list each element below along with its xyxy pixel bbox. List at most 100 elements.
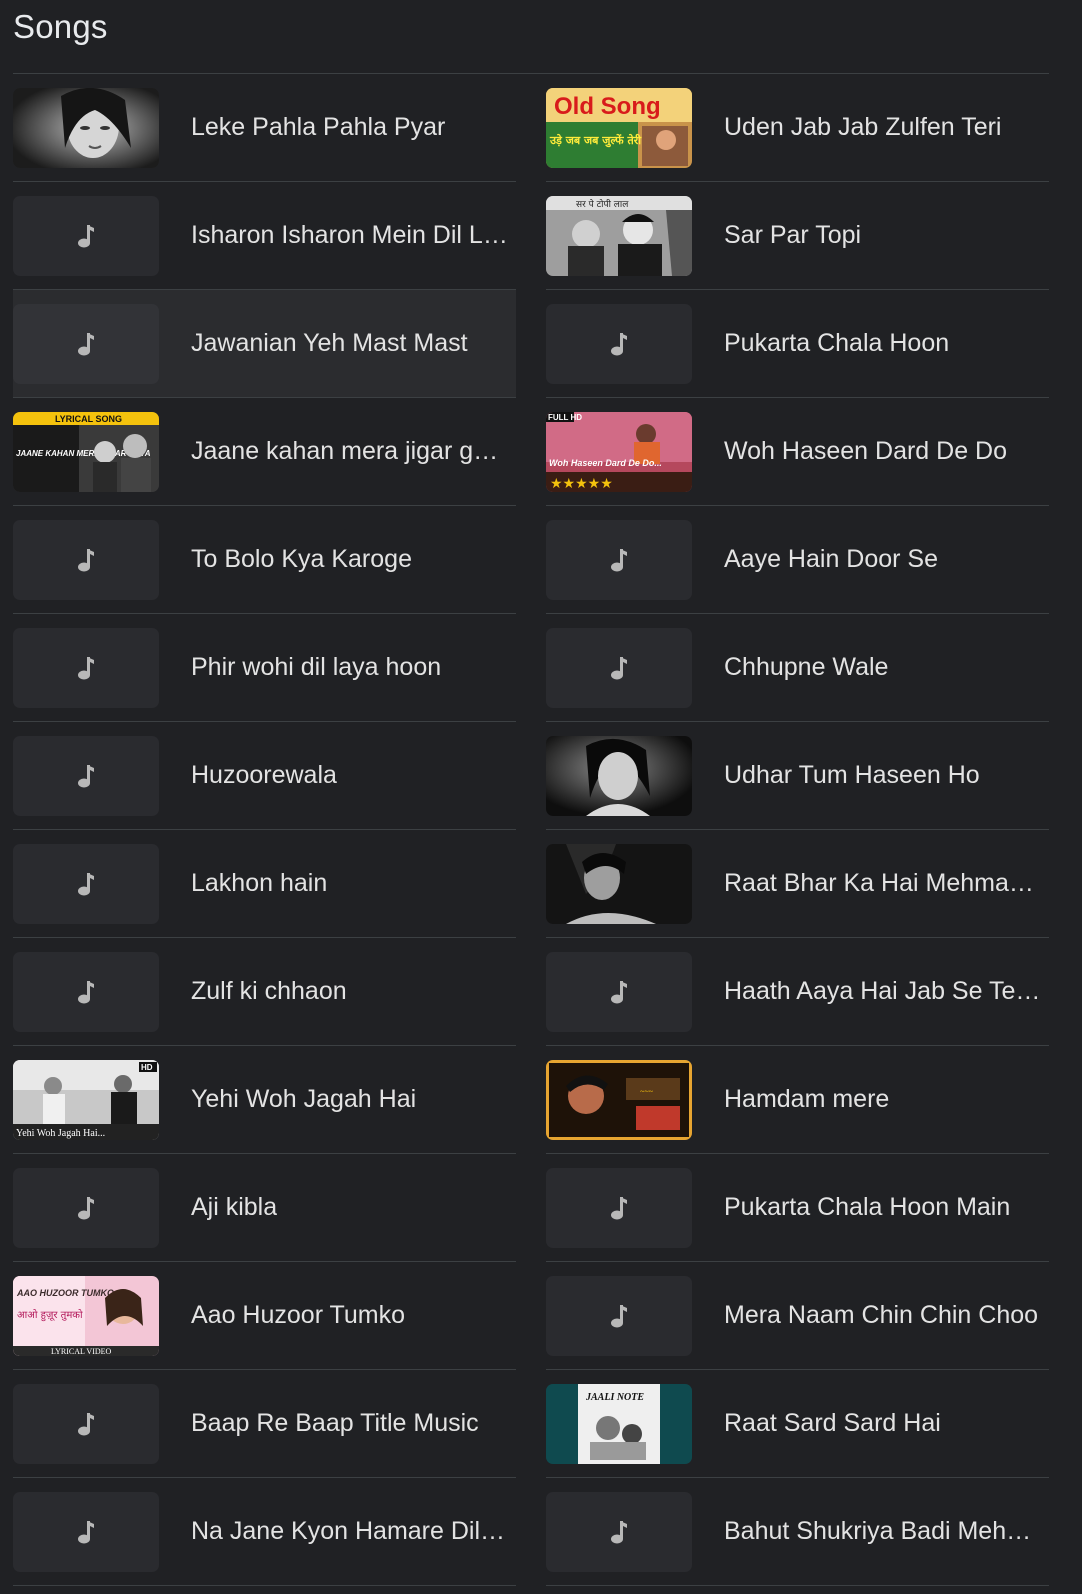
bw-portrait-art	[13, 87, 159, 168]
song-thumbnail-placeholder	[546, 303, 692, 384]
music-note-icon	[611, 1304, 627, 1327]
song-title: Pukarta Chala Hoon Main	[724, 1193, 1011, 1221]
svg-text:★★★★★: ★★★★★	[550, 475, 613, 491]
aao-huzoor-hindi: आओ हुज़ूर तुमको	[17, 1309, 83, 1322]
music-note-icon	[611, 980, 627, 1003]
song-thumbnail-placeholder	[13, 519, 159, 600]
song-title: Aaye Hain Door Se	[724, 545, 939, 573]
song-row[interactable]: JAALI NOTE Raat Sard Sard Hai	[546, 1370, 1049, 1478]
lyrical-video-art: AAO HUZOOR TUMKO आओ हुज़ूर तुमको LYRICAL…	[13, 1275, 159, 1356]
music-note-icon	[611, 548, 627, 571]
song-title: Hamdam mere	[724, 1085, 890, 1113]
sar-par-topi-caption: सर पे टोपी लाल	[576, 198, 629, 210]
song-row[interactable]: Lakhon hain	[13, 830, 516, 938]
song-title: Zulf ki chhaon	[191, 977, 347, 1005]
song-title: Haath Aaya Hai Jab Se Tera Haath	[724, 977, 1042, 1005]
song-title: Lakhon hain	[191, 869, 328, 897]
song-title: Huzoorewala	[191, 761, 337, 789]
song-thumbnail-placeholder	[13, 1167, 159, 1248]
song-thumbnail-placeholder	[13, 843, 159, 924]
song-row[interactable]: Isharon Isharon Mein Dil Le Jane Wale	[13, 182, 516, 290]
song-thumbnail-placeholder	[13, 951, 159, 1032]
song-thumbnail-placeholder	[13, 1491, 159, 1572]
song-title: Chhupne Wale	[724, 653, 889, 681]
lyrical-video-badge: LYRICAL VIDEO	[51, 1347, 112, 1356]
song-thumbnail: LYRICAL SONG JAANE KAHAN MERA JIGAR GAYA	[13, 411, 159, 492]
song-thumbnail: सर पे टोपी लाल	[546, 195, 692, 276]
song-row[interactable]: To Bolo Kya Karoge	[13, 506, 516, 614]
song-row[interactable]: Leke Pahla Pahla Pyar	[13, 74, 516, 182]
lyrical-song-banner: LYRICAL SONG	[55, 414, 122, 424]
music-note-icon	[78, 1520, 94, 1543]
song-thumbnail: JAALI NOTE	[546, 1383, 692, 1464]
song-row[interactable]: Aaye Hain Door Se	[546, 506, 1049, 614]
song-row[interactable]: Raat Bhar Ka Hai Mehman Andhera	[546, 830, 1049, 938]
old-song-sub: उड़े जब जब जुल्फें तेरी	[549, 133, 642, 148]
music-note-icon	[611, 332, 627, 355]
music-note-icon	[78, 656, 94, 679]
music-note-icon	[611, 1196, 627, 1219]
song-row[interactable]: Huzoorewala	[13, 722, 516, 830]
song-title: Sar Par Topi	[724, 221, 862, 249]
song-row[interactable]: Udhar Tum Haseen Ho	[546, 722, 1049, 830]
jaali-note-caption: JAALI NOTE	[585, 1392, 644, 1403]
song-row[interactable]: Bahut Shukriya Badi Meherbani	[546, 1478, 1049, 1586]
music-note-icon	[611, 1520, 627, 1543]
song-thumbnail-placeholder	[13, 195, 159, 276]
hd-badge: HD	[141, 1063, 153, 1072]
song-row[interactable]: AAO HUZOOR TUMKO आओ हुज़ूर तुमको LYRICAL…	[13, 1262, 516, 1370]
song-thumbnail-placeholder	[13, 735, 159, 816]
song-title: Raat Bhar Ka Hai Mehman Andhera	[724, 869, 1042, 897]
song-thumbnail	[546, 735, 692, 816]
song-title: Na Jane Kyon Hamare Dil Ko	[191, 1517, 509, 1545]
music-note-icon	[78, 224, 94, 247]
song-row[interactable]: Baap Re Baap Title Music	[13, 1370, 516, 1478]
bw-duet-art: HD Yehi Woh Jagah Hai...	[13, 1059, 159, 1140]
song-title: Jaane kahan mera jigar gaya ji	[191, 437, 509, 465]
song-row[interactable]: ~~~ Hamdam mere	[546, 1046, 1049, 1154]
song-row[interactable]: Pukarta Chala Hoon Main	[546, 1154, 1049, 1262]
song-row[interactable]: Mera Naam Chin Chin Choo	[546, 1262, 1049, 1370]
song-title: Bahut Shukriya Badi Meherbani	[724, 1517, 1042, 1545]
song-title: Leke Pahla Pahla Pyar	[191, 113, 446, 141]
song-title: Aao Huzoor Tumko	[191, 1301, 405, 1329]
woh-haseen-caption: Woh Haseen Dard De Do...	[549, 458, 662, 468]
bw-portrait-art	[546, 843, 692, 924]
music-note-icon	[78, 1196, 94, 1219]
song-row[interactable]: सर पे टोपी लाल Sar Par Topi	[546, 182, 1049, 290]
song-row[interactable]: Na Jane Kyon Hamare Dil Ko	[13, 1478, 516, 1586]
song-row[interactable]: Phir wohi dil laya hoon	[13, 614, 516, 722]
song-thumbnail	[13, 87, 159, 168]
song-row[interactable]: Chhupne Wale	[546, 614, 1049, 722]
song-row[interactable]: Jawanian Yeh Mast Mast	[13, 290, 516, 398]
full-hd-art: FULL HD Woh Haseen Dard De Do... ★★★★★	[546, 411, 692, 492]
full-hd-badge: FULL HD	[548, 413, 582, 422]
song-row[interactable]: Aji kibla	[13, 1154, 516, 1262]
music-note-icon	[78, 872, 94, 895]
bw-duet-art: सर पे टोपी लाल	[546, 195, 692, 276]
song-thumbnail-placeholder	[546, 519, 692, 600]
bw-portrait-art	[546, 735, 692, 816]
song-thumbnail: AAO HUZOOR TUMKO आओ हुज़ूर तुमको LYRICAL…	[13, 1275, 159, 1356]
song-title: Isharon Isharon Mein Dil Le Jane Wale	[191, 221, 509, 249]
lyrical-song-art: LYRICAL SONG JAANE KAHAN MERA JIGAR GAYA	[13, 411, 159, 492]
song-thumbnail-placeholder	[546, 951, 692, 1032]
song-title: To Bolo Kya Karoge	[191, 545, 412, 573]
song-row[interactable]: LYRICAL SONG JAANE KAHAN MERA JIGAR GAYA…	[13, 398, 516, 506]
song-row[interactable]: Pukarta Chala Hoon	[546, 290, 1049, 398]
song-thumbnail: Old Song उड़े जब जब जुल्फें तेरी	[546, 87, 692, 168]
song-title: Uden Jab Jab Zulfen Teri	[724, 113, 1002, 141]
song-thumbnail-placeholder	[546, 1275, 692, 1356]
music-note-icon	[78, 548, 94, 571]
song-thumbnail-placeholder	[546, 1491, 692, 1572]
song-title: Mera Naam Chin Chin Choo	[724, 1301, 1039, 1329]
song-row[interactable]: Zulf ki chhaon	[13, 938, 516, 1046]
old-song-title: Old Song	[554, 93, 661, 120]
song-row[interactable]: Old Song उड़े जब जब जुल्फें तेरी Uden Ja…	[546, 74, 1049, 182]
song-row[interactable]: HD Yehi Woh Jagah Hai... Yehi Woh Jagah …	[13, 1046, 516, 1154]
music-note-icon	[611, 656, 627, 679]
song-thumbnail-placeholder	[13, 627, 159, 708]
song-row[interactable]: FULL HD Woh Haseen Dard De Do... ★★★★★ W…	[546, 398, 1049, 506]
song-title: Jawanian Yeh Mast Mast	[191, 329, 468, 357]
song-row[interactable]: Haath Aaya Hai Jab Se Tera Haath	[546, 938, 1049, 1046]
